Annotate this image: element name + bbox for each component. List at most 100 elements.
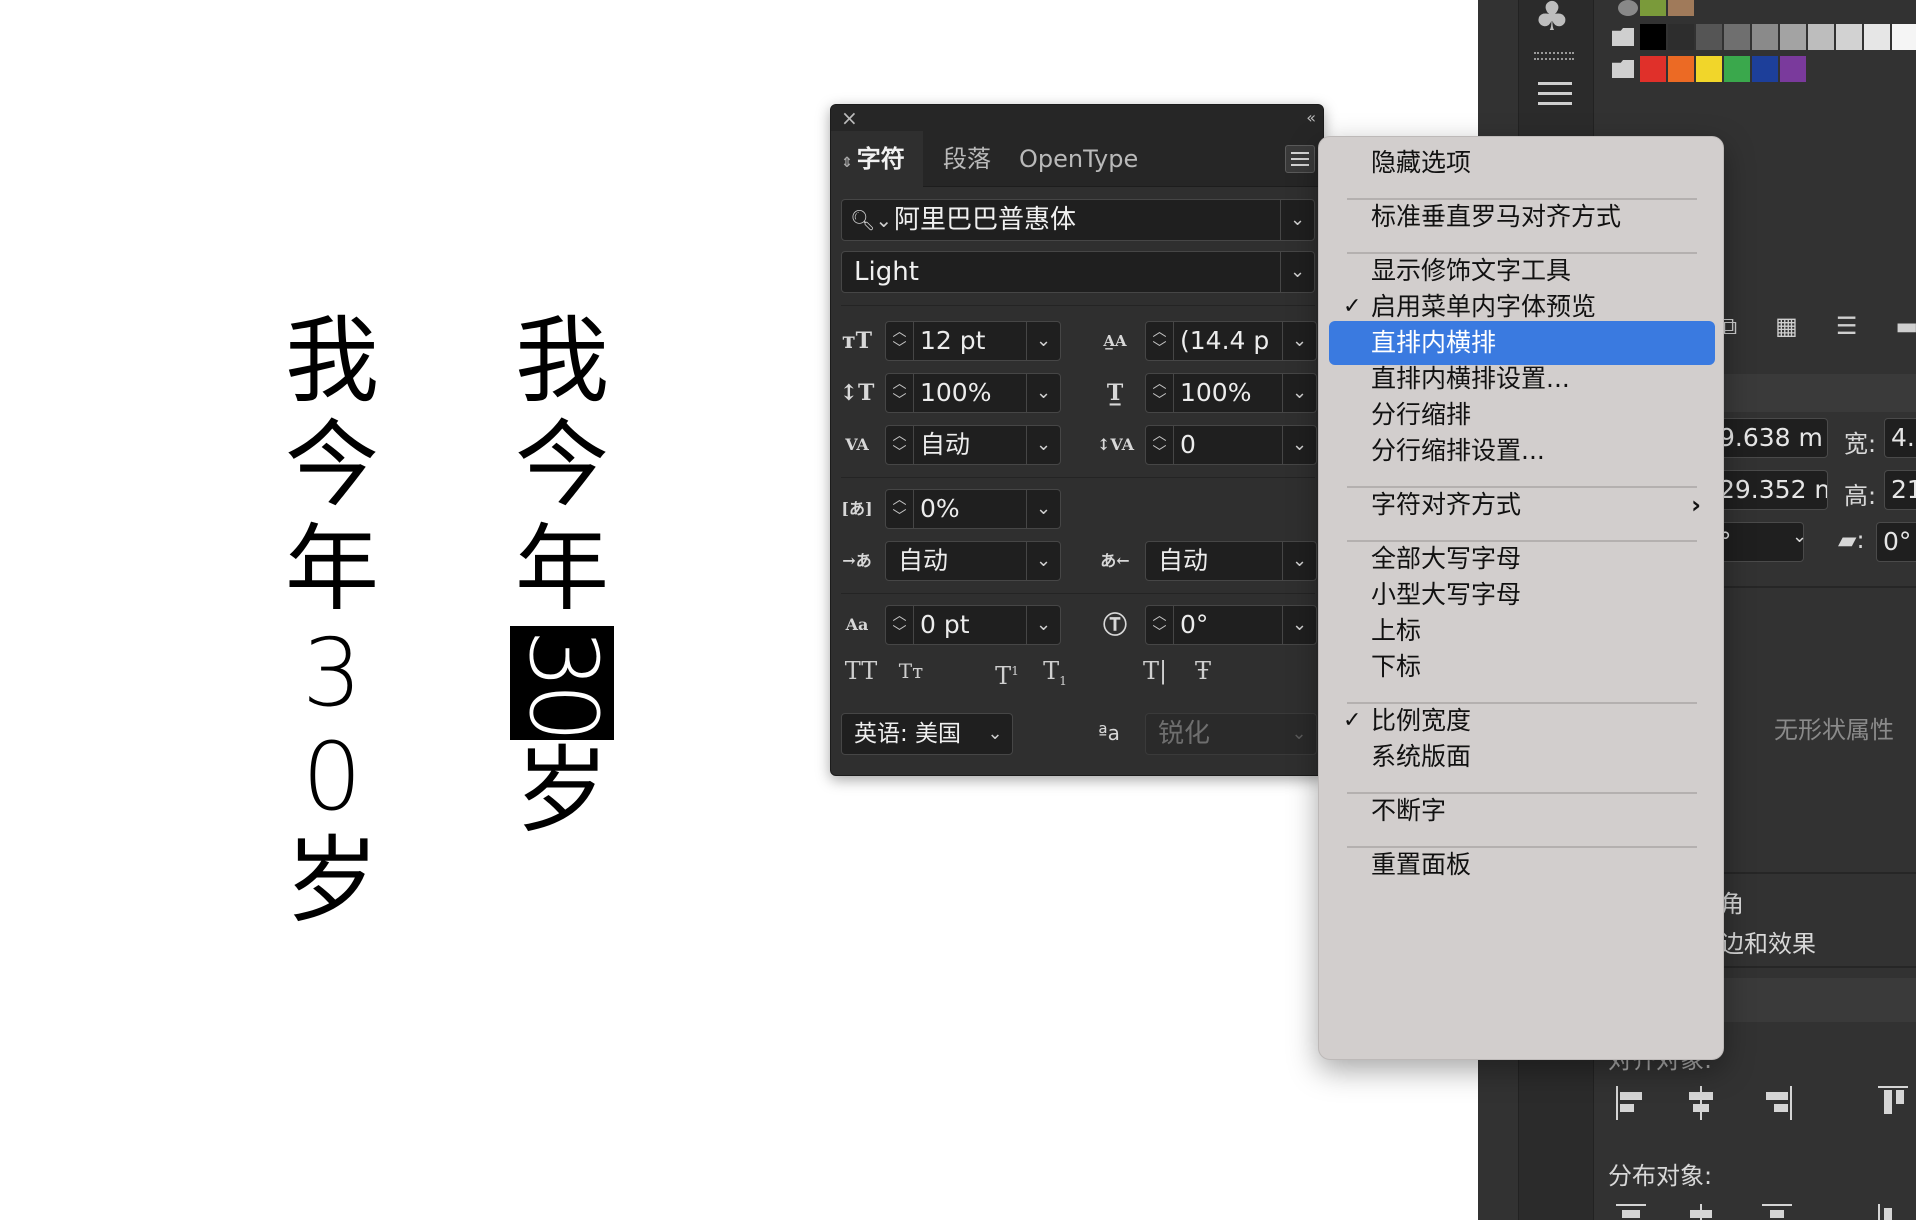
all-caps-icon[interactable]: TT [841, 653, 881, 689]
folder-icon[interactable]: ▬ [1895, 312, 1916, 340]
color-swatch[interactable] [1668, 24, 1694, 50]
tab-opentype[interactable]: OpenType [1003, 131, 1154, 187]
color-swatch[interactable] [1752, 56, 1778, 82]
menu-item[interactable]: 字符对齐方式 › [1329, 483, 1715, 527]
color-swatch[interactable] [1864, 24, 1890, 50]
shear-field[interactable]: 0° [1876, 522, 1916, 562]
distribute-center-icon[interactable] [1686, 1204, 1716, 1220]
pattern-swatch[interactable] [1640, 0, 1666, 16]
color-swatch[interactable] [1836, 24, 1862, 50]
strikethrough-icon[interactable]: Ŧ [1183, 653, 1223, 689]
anti-alias-select[interactable]: 锐化 ⌄ [1145, 713, 1317, 755]
align-left-icon[interactable] [1616, 1086, 1646, 1120]
chevron-down-icon[interactable]: ⌄ [1282, 542, 1316, 580]
menu-item[interactable]: 分行缩排设置... [1329, 429, 1715, 473]
color-swatch[interactable] [1724, 24, 1750, 50]
aki-right-select[interactable]: 自动 ⌄ [1145, 541, 1317, 581]
font-family-select[interactable]: 🔍︎⌄ 阿里巴巴普惠体 ⌄ [841, 199, 1315, 241]
panel-menu-button[interactable] [1285, 145, 1315, 173]
color-swatch[interactable] [1696, 56, 1722, 82]
selected-text-highlight[interactable]: 30 [510, 626, 614, 740]
pattern-swatch[interactable] [1618, 0, 1638, 16]
color-swatch[interactable] [1640, 24, 1666, 50]
color-swatch[interactable] [1780, 56, 1806, 82]
chevron-down-icon[interactable]: ⌄ [1026, 374, 1060, 412]
underline-icon[interactable]: T| [1135, 653, 1175, 689]
chevron-down-icon[interactable]: ⌄ [1282, 322, 1316, 360]
vertical-scale-stepper[interactable]: ︿ ﹀ 100% ⌄ [885, 373, 1061, 413]
small-caps-icon[interactable]: Tт [891, 653, 931, 689]
subscript-icon[interactable]: T1 [1035, 653, 1075, 689]
aki-left-select[interactable]: 自动 ⌄ [885, 541, 1061, 581]
collapse-icon[interactable]: ‹‹ [1306, 105, 1316, 131]
menu-item[interactable]: 标准垂直罗马对齐方式 [1329, 195, 1715, 239]
x-field[interactable]: 9.638 m [1712, 418, 1828, 458]
grid-icon[interactable]: ▦ [1775, 312, 1798, 340]
font-style-select[interactable]: Light ⌄ [841, 251, 1315, 293]
height-field[interactable]: 21 [1884, 470, 1916, 510]
stepper-arrows-icon[interactable]: ︿ ﹀ [1146, 322, 1174, 360]
baseline-shift-stepper[interactable]: ︿ ﹀ 0 pt ⌄ [885, 605, 1061, 645]
menu-item[interactable]: 下标 [1329, 645, 1715, 689]
tab-character[interactable]: ⇕ 字符 [831, 131, 923, 187]
color-swatch[interactable] [1640, 56, 1666, 82]
align-top-icon[interactable] [1878, 1086, 1908, 1120]
chevron-down-icon[interactable]: ⌄ [1282, 606, 1316, 644]
panel-titlebar[interactable]: × ‹‹ [831, 105, 1323, 131]
align-center-icon[interactable] [1686, 1086, 1716, 1120]
color-swatch[interactable] [1892, 24, 1916, 50]
superscript-icon[interactable]: T1 [987, 653, 1027, 690]
rotate-field[interactable]: ° [1712, 522, 1804, 562]
align-right-icon[interactable] [1762, 1086, 1792, 1120]
chevron-down-icon[interactable]: ⌄ [1792, 526, 1807, 547]
color-swatch[interactable] [1808, 24, 1834, 50]
chevron-down-icon[interactable]: ⌄ [1282, 374, 1316, 412]
menu-item[interactable]: 系统版面 [1329, 735, 1715, 779]
stepper-arrows-icon[interactable]: ︿ ﹀ [886, 322, 914, 360]
tab-paragraph[interactable]: 段落 [927, 131, 1007, 187]
language-select[interactable]: 英语: 美国 ⌄ [841, 713, 1013, 755]
width-field[interactable]: 4.2 [1884, 418, 1916, 458]
menu-item[interactable]: 隐藏选项 [1329, 141, 1715, 185]
chevron-down-icon[interactable]: ⌄ [1026, 490, 1060, 528]
kerning-stepper[interactable]: ︿ ﹀ 自动 ⌄ [885, 425, 1061, 465]
tracking-stepper[interactable]: ︿ ﹀ 0 ⌄ [1145, 425, 1317, 465]
chevron-down-icon[interactable]: ⌄ [1282, 426, 1316, 464]
close-icon[interactable]: × [841, 105, 858, 131]
hamburger-icon[interactable] [1538, 82, 1572, 106]
distribute-left-icon[interactable] [1878, 1204, 1908, 1220]
stepper-arrows-icon[interactable]: ︿ ﹀ [1146, 374, 1174, 412]
folder-icon[interactable] [1612, 28, 1634, 46]
distribute-top-icon[interactable] [1616, 1204, 1646, 1220]
stepper-arrows-icon[interactable]: ︿ ﹀ [1146, 606, 1174, 644]
menu-item[interactable]: 重置面板 [1329, 843, 1715, 887]
symbols-icon[interactable]: ♣ [1534, 0, 1570, 40]
list-icon[interactable]: ☰ [1836, 312, 1858, 340]
stepper-arrows-icon[interactable]: ︿ ﹀ [1146, 426, 1174, 464]
stepper-arrows-icon[interactable]: ︿ ﹀ [886, 606, 914, 644]
grip-icon[interactable] [1534, 52, 1574, 60]
stepper-arrows-icon[interactable]: ︿ ﹀ [886, 374, 914, 412]
font-size-stepper[interactable]: ︿ ﹀ 12 pt ⌄ [885, 321, 1061, 361]
vertical-text-tcy[interactable]: 我 今 年 30 岁 [510, 310, 614, 844]
chevron-down-icon[interactable]: ⌄ [1026, 606, 1060, 644]
color-swatch[interactable] [1752, 24, 1778, 50]
chevron-down-icon[interactable]: ⌄ [1026, 426, 1060, 464]
character-rotation-stepper[interactable]: ︿ ﹀ 0° ⌄ [1145, 605, 1317, 645]
horizontal-scale-stepper[interactable]: ︿ ﹀ 100% ⌄ [1145, 373, 1317, 413]
chevron-down-icon[interactable]: ⌄ [1026, 542, 1060, 580]
folder-icon[interactable] [1612, 60, 1634, 78]
stepper-arrows-icon[interactable]: ︿ ﹀ [886, 490, 914, 528]
color-swatch[interactable] [1724, 56, 1750, 82]
vertical-text-plain[interactable]: 我 今 年 3 0 岁 [284, 310, 380, 934]
color-swatch[interactable] [1780, 24, 1806, 50]
chevron-down-icon[interactable]: ⌄ [1026, 322, 1060, 360]
color-swatch[interactable] [1696, 24, 1722, 50]
leading-stepper[interactable]: ︿ ﹀ (14.4 p ⌄ [1145, 321, 1317, 361]
pattern-swatch[interactable] [1668, 0, 1694, 16]
tsume-stepper[interactable]: ︿ ﹀ 0% ⌄ [885, 489, 1061, 529]
color-swatch[interactable] [1668, 56, 1694, 82]
stepper-arrows-icon[interactable]: ︿ ﹀ [886, 426, 914, 464]
menu-item[interactable]: 不断字 [1329, 789, 1715, 833]
distribute-bottom-icon[interactable] [1762, 1204, 1792, 1220]
